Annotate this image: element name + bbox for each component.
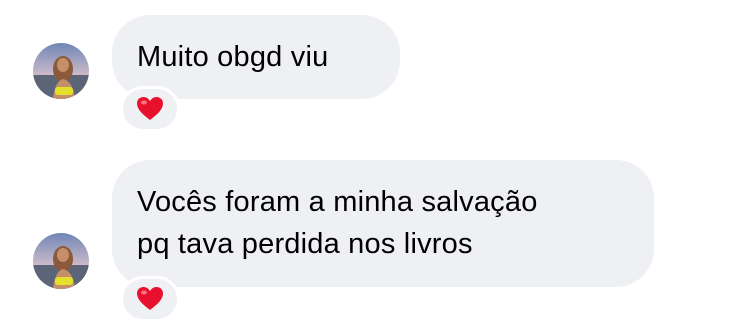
message-bubble[interactable]: Vocês foram a minha salvação pq tava per… [112,160,654,287]
avatar-photo [33,233,89,289]
reaction-badge[interactable] [120,86,180,132]
message-text-line: pq tava perdida nos livros [137,228,473,260]
message-text-line: Vocês foram a minha salvação [137,186,538,218]
heart-icon [137,287,163,310]
heart-icon [137,97,163,120]
message-text-line: Muito obgd viu [137,41,329,73]
avatar[interactable] [33,233,89,289]
avatar[interactable] [33,43,89,99]
avatar-photo [33,43,89,99]
reaction-badge[interactable] [120,276,180,322]
